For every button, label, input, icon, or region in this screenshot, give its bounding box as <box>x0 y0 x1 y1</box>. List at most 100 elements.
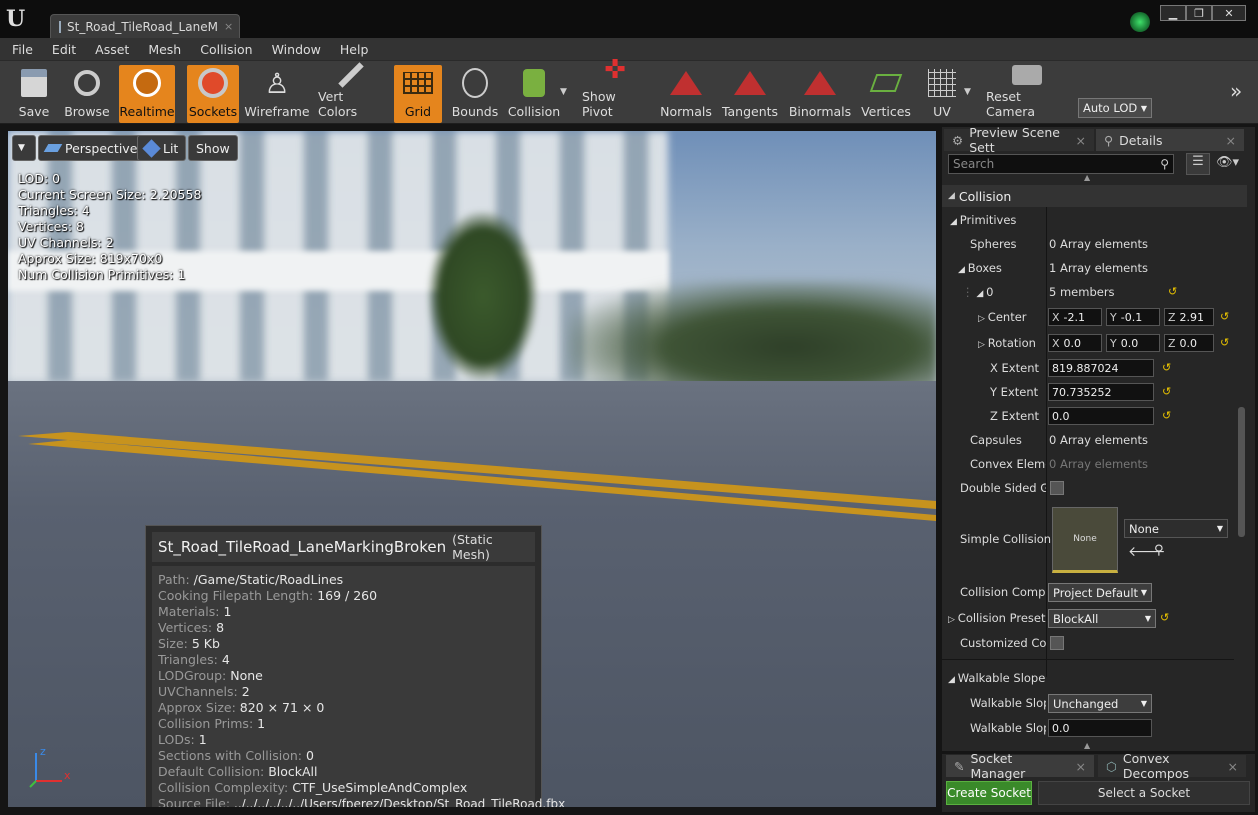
box-element-0-label[interactable]: ⋮ ◢ 0 <box>962 285 993 299</box>
show-pivot-button[interactable]: ✜ Show Pivot <box>582 55 648 123</box>
viewport[interactable]: ▼ Perspective Lit Show LOD: 0 Current Sc… <box>8 131 936 807</box>
menu-mesh[interactable]: Mesh <box>136 42 188 57</box>
reset-to-default-icon[interactable]: ↺ <box>1160 611 1169 624</box>
unreal-logo-icon[interactable]: U <box>6 6 30 32</box>
menu-edit[interactable]: Edit <box>40 42 83 57</box>
browse-asset-icon[interactable]: ⚲ <box>1154 543 1164 558</box>
uv-icon <box>925 66 959 100</box>
details-search-input[interactable]: Search ⚲ <box>948 154 1174 174</box>
simple-collision-dropdown[interactable]: None ▼ <box>1124 519 1228 538</box>
z-extent-field[interactable]: 0.0 <box>1048 407 1154 425</box>
center-x-field[interactable]: X -2.1 <box>1048 308 1102 326</box>
center-z-field[interactable]: Z 2.91 <box>1164 308 1214 326</box>
collision-complexity-dropdown[interactable]: Project Default ▼ <box>1048 583 1152 602</box>
collision-button[interactable]: Collision <box>508 65 560 123</box>
viewport-options-button[interactable]: ▼ <box>12 135 36 161</box>
menu-help[interactable]: Help <box>328 42 376 57</box>
close-tab-icon[interactable]: × <box>224 20 233 33</box>
collision-presets-dropdown[interactable]: BlockAll ▼ <box>1048 609 1156 628</box>
customized-collision-label: Customized Colli <box>960 636 1046 650</box>
close-tab-icon[interactable]: × <box>1226 133 1236 148</box>
menu-collision[interactable]: Collision <box>188 42 259 57</box>
wireframe-button[interactable]: ♙ Wireframe <box>244 65 309 123</box>
collision-section-header[interactable]: ◢ Collision <box>942 185 1247 207</box>
tab-preview-scene-settings[interactable]: ⚙ Preview Scene Sett × <box>944 125 1094 155</box>
rotation-label[interactable]: ▷ Rotation <box>978 336 1036 350</box>
tab-convex-decomposition[interactable]: ⬡ Convex Decompos × <box>1098 751 1246 781</box>
double-sided-geometry-checkbox[interactable] <box>1050 481 1064 495</box>
perspective-button[interactable]: Perspective <box>38 135 146 161</box>
close-tab-icon[interactable]: × <box>1076 759 1086 774</box>
realtime-button[interactable]: Realtime <box>119 65 175 123</box>
column-divider[interactable] <box>1046 207 1047 677</box>
collision-dropdown-icon[interactable]: ▼ <box>560 87 567 97</box>
y-extent-field[interactable]: 70.735252 <box>1048 383 1154 401</box>
auto-lod-dropdown[interactable]: Auto LOD ▼ <box>1078 98 1152 118</box>
walkable-slope-angle-field[interactable]: 0.0 <box>1048 719 1152 737</box>
rotation-x-field[interactable]: X 0.0 <box>1048 334 1102 352</box>
simple-collision-thumbnail[interactable]: None <box>1052 507 1118 573</box>
visibility-eye-icon[interactable]: 👁▾ <box>1216 155 1239 170</box>
reset-to-default-icon[interactable]: ↺ <box>1220 310 1229 323</box>
list-view-icon[interactable]: ☰ <box>1186 153 1210 175</box>
reset-to-default-icon[interactable]: ↺ <box>1168 285 1177 298</box>
tab-socket-manager[interactable]: ✎ Socket Manager × <box>946 751 1094 781</box>
sockets-button[interactable]: Sockets <box>187 65 239 123</box>
boxes-label[interactable]: ◢ Boxes <box>958 261 1002 275</box>
tooltip-row: Collision Prims: 1 <box>158 716 266 731</box>
reset-to-default-icon[interactable]: ↺ <box>1220 336 1229 349</box>
vertices-button[interactable]: Vertices <box>860 65 912 123</box>
grid-button[interactable]: Grid <box>394 65 442 123</box>
reset-camera-button[interactable]: Reset Camera <box>986 65 1068 123</box>
tangents-icon <box>733 66 767 100</box>
x-extent-field[interactable]: 819.887024 <box>1048 359 1154 377</box>
customized-collision-checkbox[interactable] <box>1050 636 1064 650</box>
expand-toolbar-icon[interactable]: » <box>1230 79 1242 103</box>
browse-button[interactable]: Browse <box>62 65 112 123</box>
maximize-button[interactable]: ❐ <box>1186 5 1212 21</box>
center-y-field[interactable]: Y -0.1 <box>1106 308 1160 326</box>
tooltip-row: Triangles: 4 <box>158 652 230 667</box>
reset-to-default-icon[interactable]: ↺ <box>1162 385 1171 398</box>
menu-asset[interactable]: Asset <box>83 42 136 57</box>
lit-button[interactable]: Lit <box>137 135 187 161</box>
details-scrollbar[interactable] <box>1238 407 1245 537</box>
show-button[interactable]: Show <box>188 135 238 161</box>
spheres-label: Spheres <box>970 237 1017 251</box>
magnifier-icon: ⚲ <box>1104 132 1114 148</box>
walkable-slope-section-label[interactable]: ◢ Walkable Slope C <box>948 671 1046 685</box>
close-tab-icon[interactable]: × <box>1076 133 1086 148</box>
z-extent-label: Z Extent <box>990 409 1039 423</box>
search-icon: ⚲ <box>1160 157 1169 171</box>
uv-dropdown-icon[interactable]: ▼ <box>964 87 971 97</box>
scroll-up-arrow-icon[interactable]: ▲ <box>1084 173 1090 182</box>
asset-tab[interactable]: St_Road_TileRoad_LaneM × <box>50 14 240 38</box>
binormals-button[interactable]: Binormals <box>788 65 852 123</box>
normals-button[interactable]: Normals <box>658 65 714 123</box>
status-indicator-icon[interactable] <box>1130 12 1150 32</box>
close-window-button[interactable]: ✕ <box>1212 5 1246 21</box>
vert-colors-button[interactable]: Vert Colors <box>318 62 384 123</box>
tab-details[interactable]: ⚲ Details × <box>1096 129 1244 151</box>
scroll-down-arrow-icon[interactable]: ▲ <box>1084 741 1090 750</box>
rotation-y-field[interactable]: Y 0.0 <box>1106 334 1160 352</box>
uv-button[interactable]: UV <box>918 65 966 123</box>
minimize-button[interactable]: ▁ <box>1160 5 1186 21</box>
reset-to-default-icon[interactable]: ↺ <box>1162 361 1171 374</box>
menu-window[interactable]: Window <box>260 42 328 57</box>
reset-to-default-icon[interactable]: ↺ <box>1162 409 1171 422</box>
rotation-z-field[interactable]: Z 0.0 <box>1164 334 1214 352</box>
create-socket-button[interactable]: Create Socket <box>946 781 1032 805</box>
bounds-button[interactable]: Bounds <box>450 65 500 123</box>
bounds-icon <box>458 66 492 100</box>
axis-x-label: x <box>64 769 71 782</box>
primitives-label[interactable]: ◢ Primitives <box>950 213 1016 227</box>
menu-file[interactable]: File <box>0 42 40 57</box>
tangents-button[interactable]: Tangents <box>720 65 780 123</box>
tooltip-row: LODs: 1 <box>158 732 207 747</box>
walkable-slope-override-dropdown[interactable]: Unchanged ▼ <box>1048 694 1152 713</box>
close-tab-icon[interactable]: × <box>1228 759 1238 774</box>
center-label[interactable]: ▷ Center <box>978 310 1027 324</box>
save-button[interactable]: Save <box>10 65 58 123</box>
collision-presets-label[interactable]: ▷ Collision Presets <box>948 611 1046 625</box>
